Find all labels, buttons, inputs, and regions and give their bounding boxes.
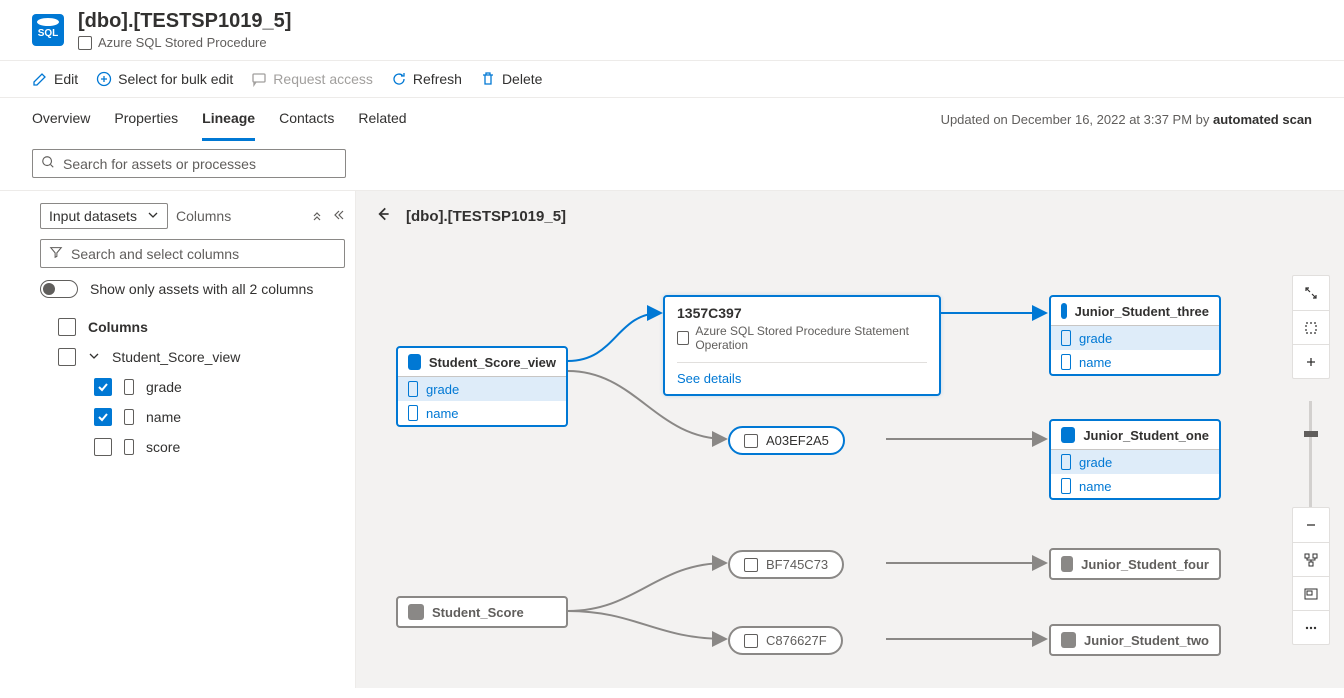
canvas-tools-upper [1292, 275, 1330, 379]
column-icon [1061, 354, 1071, 370]
edit-button[interactable]: Edit [32, 71, 78, 87]
procedure-icon [744, 558, 758, 572]
page-header: SQL [dbo].[TESTSP1019_5] Azure SQL Store… [0, 0, 1344, 61]
tab-related[interactable]: Related [358, 98, 406, 141]
minimap-icon[interactable] [1293, 576, 1329, 610]
search-icon [41, 155, 55, 172]
tab-overview[interactable]: Overview [32, 98, 90, 141]
dataset-name: Student_Score_view [112, 349, 240, 365]
node-operation-bf745c73[interactable]: BF745C73 [728, 550, 844, 579]
node-junior-one[interactable]: Junior_Student_one grade name [1049, 419, 1221, 500]
refresh-icon [391, 71, 407, 87]
canvas-title: [dbo].[TESTSP1019_5] [406, 208, 566, 225]
col-score-checkbox[interactable] [94, 438, 112, 456]
delete-button[interactable]: Delete [480, 71, 542, 87]
columns-header-checkbox[interactable] [58, 318, 76, 336]
fit-icon[interactable] [1293, 310, 1329, 344]
col-grade-label: grade [146, 379, 182, 395]
toggle-label: Show only assets with all 2 columns [90, 281, 313, 297]
toolbar: Edit Select for bulk edit Request access… [0, 61, 1344, 98]
node-junior-two[interactable]: Junior_Student_two [1049, 624, 1221, 656]
column-icon [124, 439, 134, 455]
column-icon [1061, 330, 1071, 346]
zoom-out-icon[interactable] [1293, 508, 1329, 542]
node-student-score[interactable]: Student_Score [396, 596, 568, 628]
request-access-button: Request access [251, 71, 373, 87]
node-junior-four[interactable]: Junior_Student_four [1049, 548, 1221, 580]
back-arrow-icon[interactable] [374, 205, 392, 228]
sql-icon [1061, 556, 1073, 572]
pencil-icon [32, 71, 48, 87]
procedure-icon [744, 434, 758, 448]
zoom-in-icon[interactable] [1293, 344, 1329, 378]
tabs-row: Overview Properties Lineage Contacts Rel… [0, 98, 1344, 141]
search-input[interactable]: Search for assets or processes [32, 149, 346, 178]
filter-columns-input[interactable]: Search and select columns [40, 239, 345, 268]
columns-header: Columns [88, 319, 148, 335]
chevron-down-icon [147, 208, 159, 224]
sidebar: Input datasets Columns Search and select… [0, 191, 356, 688]
column-icon [1061, 478, 1071, 494]
sql-icon [408, 354, 421, 370]
chat-icon [251, 71, 267, 87]
collapse-up-icon[interactable] [311, 208, 323, 224]
canvas-tools-lower [1292, 507, 1330, 645]
procedure-icon [677, 331, 689, 345]
updated-text: Updated on December 16, 2022 at 3:37 PM … [941, 112, 1312, 127]
column-icon [124, 409, 134, 425]
select-bulk-button[interactable]: Select for bulk edit [96, 71, 233, 87]
column-icon [408, 405, 418, 421]
column-icon [408, 381, 418, 397]
double-chevron-left-icon[interactable] [333, 208, 345, 224]
columns-label: Columns [176, 208, 231, 224]
lineage-canvas[interactable]: [dbo].[TESTSP1019_5] Student_Score_view [356, 191, 1344, 688]
see-details-link[interactable]: See details [677, 362, 927, 386]
tab-properties[interactable]: Properties [114, 98, 178, 141]
column-icon [1061, 454, 1071, 470]
sql-icon [408, 604, 424, 620]
procedure-icon [744, 634, 758, 648]
refresh-button[interactable]: Refresh [391, 71, 462, 87]
chevron-down-icon[interactable] [88, 349, 100, 365]
layout-icon[interactable] [1293, 542, 1329, 576]
node-junior-three[interactable]: Junior_Student_three grade name [1049, 295, 1221, 376]
plus-circle-icon [96, 71, 112, 87]
sql-badge-icon: SQL [32, 14, 64, 46]
show-only-toggle[interactable] [40, 280, 78, 298]
col-grade-checkbox[interactable] [94, 378, 112, 396]
procedure-icon [78, 36, 92, 50]
col-score-label: score [146, 439, 180, 455]
node-operation-a03ef2a5[interactable]: A03EF2A5 [728, 426, 845, 455]
node-student-score-view[interactable]: Student_Score_view grade name [396, 346, 568, 427]
page-title: [dbo].[TESTSP1019_5] [78, 10, 291, 33]
node-operation-c876627f[interactable]: C876627F [728, 626, 843, 655]
dataset-checkbox[interactable] [58, 348, 76, 366]
column-icon [124, 379, 134, 395]
sql-icon [1061, 303, 1067, 319]
sql-icon [1061, 427, 1075, 443]
tab-lineage[interactable]: Lineage [202, 98, 255, 141]
more-icon[interactable] [1293, 610, 1329, 644]
tab-contacts[interactable]: Contacts [279, 98, 334, 141]
fullscreen-icon[interactable] [1293, 276, 1329, 310]
zoom-slider-thumb[interactable] [1304, 431, 1318, 437]
trash-icon [480, 71, 496, 87]
node-operation-1357c397[interactable]: 1357C397 Azure SQL Stored Procedure Stat… [663, 295, 941, 396]
input-datasets-dropdown[interactable]: Input datasets [40, 203, 168, 229]
sql-icon [1061, 632, 1076, 648]
col-name-checkbox[interactable] [94, 408, 112, 426]
page-subtitle: Azure SQL Stored Procedure [98, 35, 267, 50]
filter-icon [49, 245, 63, 262]
col-name-label: name [146, 409, 181, 425]
